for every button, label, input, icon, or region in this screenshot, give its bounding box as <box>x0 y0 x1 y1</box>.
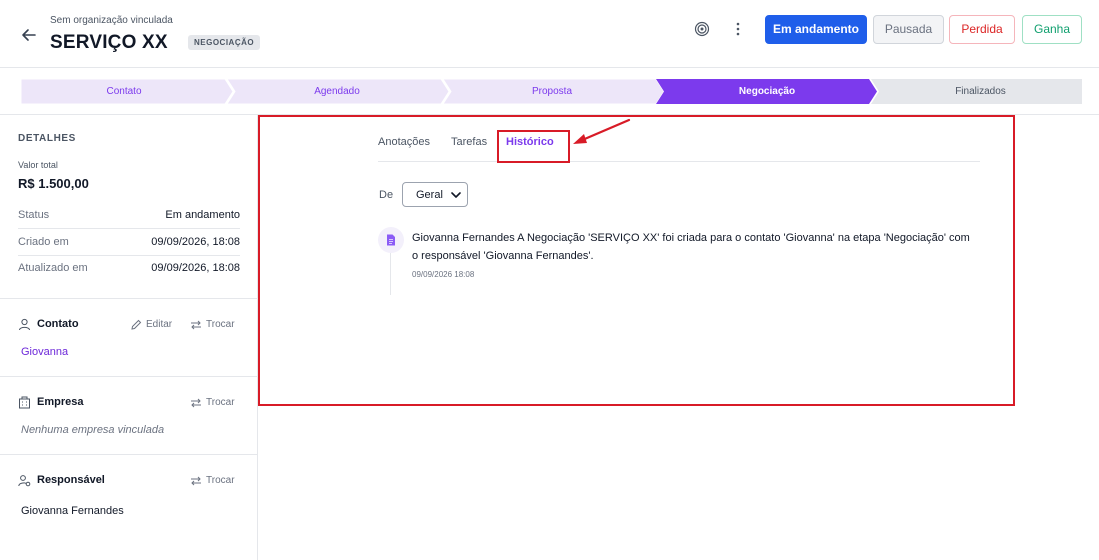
back-arrow-icon[interactable] <box>18 24 40 46</box>
company-section-header: Empresa Trocar <box>18 393 240 413</box>
contact-section-title: Contato <box>37 318 79 330</box>
status-paused-button[interactable]: Pausada <box>873 15 944 44</box>
history-entry-icon <box>378 227 404 253</box>
detail-label: Atualizado em <box>18 262 88 274</box>
swap-icon <box>191 476 201 486</box>
history-entry-text: Giovanna Fernandes A Negociação 'SERVIÇO… <box>412 232 970 262</box>
more-vertical-icon[interactable] <box>731 21 745 37</box>
company-empty-text: Nenhuma empresa vinculada <box>21 424 165 436</box>
section-divider <box>0 454 257 455</box>
chevron-down-icon <box>451 192 461 198</box>
contact-name-link[interactable]: Giovanna <box>21 346 68 358</box>
section-divider <box>0 298 257 299</box>
total-value-label: Valor total <box>18 160 58 170</box>
history-entry-time: 09/09/2026 18:08 <box>412 270 475 279</box>
edit-contact-button[interactable]: Editar <box>130 318 190 332</box>
detail-row-updated: Atualizado em 09/09/2026, 18:08 <box>18 256 240 282</box>
company-section-title: Empresa <box>37 396 84 408</box>
details-sidebar: DETALHES Valor total R$ 1.500,00 Status … <box>0 115 258 560</box>
owner-section-header: Responsável Trocar <box>18 471 240 491</box>
swap-icon <box>191 320 201 330</box>
annotation-tab-highlight <box>497 130 570 163</box>
stage-badge: NEGOCIAÇÃO <box>188 35 261 50</box>
timeline-line <box>390 253 391 295</box>
target-icon[interactable] <box>694 21 710 37</box>
total-value: R$ 1.500,00 <box>18 176 89 191</box>
detail-row-status: Status Em andamento <box>18 203 240 229</box>
swap-contact-label: Trocar <box>206 319 235 330</box>
pipeline-stages: Contato Agendado Proposta Negociação Fin… <box>21 79 1082 104</box>
filter-selected-value: Geral <box>416 189 443 201</box>
swap-owner-button[interactable]: Trocar <box>190 474 240 488</box>
swap-contact-button[interactable]: Trocar <box>190 318 240 332</box>
section-divider <box>0 376 257 377</box>
document-icon <box>387 234 395 246</box>
detail-value: 09/09/2026, 18:08 <box>151 262 240 274</box>
building-icon <box>19 396 30 409</box>
tab-annotations[interactable]: Anotações <box>378 136 430 148</box>
owner-section-title: Responsável <box>37 474 105 486</box>
pipeline-stage-agendado[interactable]: Agendado <box>231 79 443 104</box>
status-in-progress-button[interactable]: Em andamento <box>765 15 867 44</box>
swap-icon <box>191 398 201 408</box>
pipeline-stage-contato[interactable]: Contato <box>21 79 227 104</box>
detail-row-created: Criado em 09/09/2026, 18:08 <box>18 230 240 256</box>
edit-contact-label: Editar <box>146 319 173 330</box>
detail-value: Em andamento <box>165 209 240 221</box>
annotation-arrow-icon <box>573 118 631 144</box>
filter-label: De <box>379 189 394 201</box>
detail-label: Status <box>18 209 50 221</box>
detail-value: 09/09/2026, 18:08 <box>151 236 240 248</box>
owner-name: Giovanna Fernandes <box>21 505 124 517</box>
user-icon <box>19 318 30 331</box>
pipeline-stage-negociacao[interactable]: Negociação <box>661 79 873 104</box>
swap-owner-label: Trocar <box>206 475 235 486</box>
organization-label: Sem organização vinculada <box>50 15 173 26</box>
status-won-button[interactable]: Ganha <box>1022 15 1082 44</box>
deal-header: Sem organização vinculada SERVIÇO XX NEG… <box>0 0 1099 68</box>
detail-label: Criado em <box>18 236 69 248</box>
status-lost-button[interactable]: Perdida <box>949 15 1015 44</box>
content-tabs: Anotações Tarefas Histórico <box>378 130 980 162</box>
history-filter-select[interactable]: Geral <box>402 182 468 207</box>
details-title: DETALHES <box>18 133 76 144</box>
user-gear-icon <box>18 475 31 487</box>
pipeline-stage-proposta[interactable]: Proposta <box>446 79 658 104</box>
deal-title: SERVIÇO XX <box>50 32 168 53</box>
swap-company-label: Trocar <box>206 397 235 408</box>
swap-company-button[interactable]: Trocar <box>190 396 240 410</box>
pencil-icon <box>131 319 142 330</box>
tab-tasks[interactable]: Tarefas <box>451 136 487 148</box>
pipeline-stage-finalizados[interactable]: Finalizados <box>873 79 1088 104</box>
contact-section-header: Contato Editar Trocar <box>18 315 240 335</box>
